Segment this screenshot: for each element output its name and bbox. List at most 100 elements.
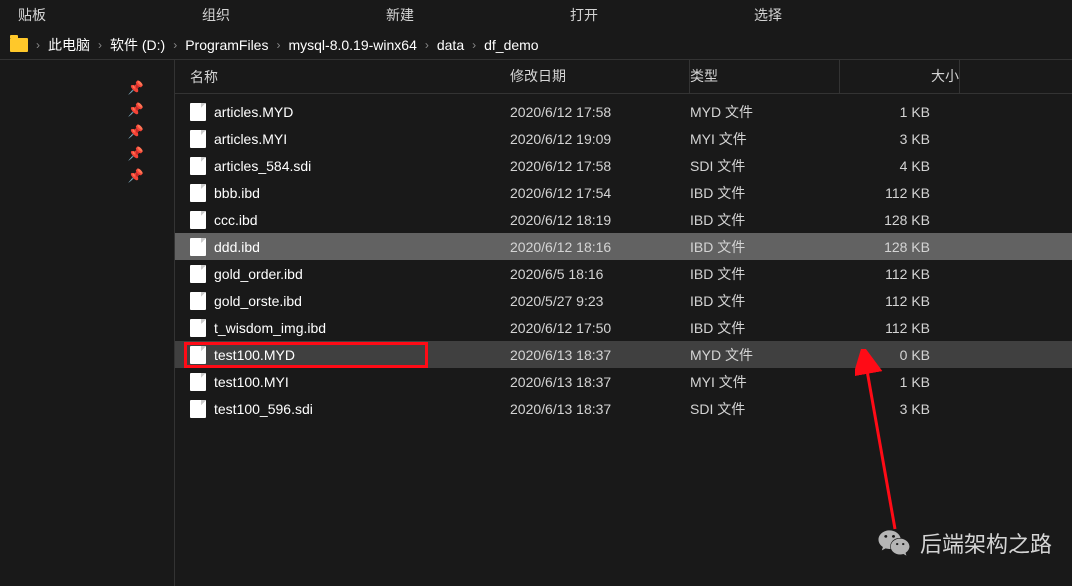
file-icon: [190, 400, 206, 418]
file-type: IBD 文件: [690, 237, 840, 257]
menu-open[interactable]: 打开: [562, 1, 606, 29]
file-type: IBD 文件: [690, 291, 840, 311]
pin-icon[interactable]: 📌: [0, 146, 174, 162]
pin-icon[interactable]: 📌: [0, 168, 174, 184]
file-name: articles_584.sdi: [214, 158, 311, 174]
watermark: 后端架构之路: [876, 525, 1052, 561]
file-type: MYI 文件: [690, 129, 840, 149]
file-size: 3 KB: [840, 401, 960, 417]
pin-icon[interactable]: 📌: [0, 102, 174, 118]
column-headers: 名称 修改日期 类型 大小: [175, 60, 1072, 94]
file-type: MYD 文件: [690, 345, 840, 365]
file-date: 2020/6/13 18:37: [510, 401, 690, 417]
file-rows: articles.MYD2020/6/12 17:58MYD 文件1 KBart…: [175, 94, 1072, 422]
file-date: 2020/6/12 18:16: [510, 239, 690, 255]
file-date: 2020/6/13 18:37: [510, 347, 690, 363]
file-icon: [190, 157, 206, 175]
breadcrumb-item[interactable]: df_demo: [484, 37, 538, 53]
file-row[interactable]: articles_584.sdi 2020/6/12 17:58SDI 文件4 K…: [175, 152, 1072, 179]
breadcrumb-item[interactable]: 此电脑: [48, 35, 90, 55]
file-name: bbb.ibd: [214, 185, 260, 201]
file-type: IBD 文件: [690, 264, 840, 284]
file-type: MYD 文件: [690, 102, 840, 122]
breadcrumb-item[interactable]: mysql-8.0.19-winx64: [288, 37, 416, 53]
file-name: test100.MYI: [214, 374, 289, 390]
menu-new[interactable]: 新建: [378, 1, 422, 29]
file-icon: [190, 103, 206, 121]
file-size: 1 KB: [840, 104, 960, 120]
file-row[interactable]: test100_596.sdi 2020/6/13 18:37SDI 文件3 KB: [175, 395, 1072, 422]
file-row[interactable]: gold_orste.ibd2020/5/27 9:23IBD 文件112 KB: [175, 287, 1072, 314]
breadcrumb-item[interactable]: data: [437, 37, 464, 53]
menu-organize[interactable]: 组织: [194, 1, 238, 29]
pin-icon[interactable]: 📌: [0, 124, 174, 140]
file-name: test100.MYD: [214, 347, 295, 363]
file-date: 2020/6/12 17:54: [510, 185, 690, 201]
file-row[interactable]: articles.MYD2020/6/12 17:58MYD 文件1 KB: [175, 98, 1072, 125]
file-name: articles.MYI: [214, 131, 287, 147]
file-icon: [190, 184, 206, 202]
column-header-name[interactable]: 名称: [190, 61, 510, 93]
column-header-type[interactable]: 类型: [690, 60, 840, 93]
file-row[interactable]: bbb.ibd2020/6/12 17:54IBD 文件112 KB: [175, 179, 1072, 206]
file-icon: [190, 292, 206, 310]
file-name-cell: ddd.ibd: [190, 238, 510, 256]
pin-icon[interactable]: 📌: [0, 80, 174, 96]
file-name: gold_order.ibd: [214, 266, 303, 282]
file-size: 112 KB: [840, 266, 960, 282]
file-size: 128 KB: [840, 239, 960, 255]
file-size: 4 KB: [840, 158, 960, 174]
file-date: 2020/6/12 19:09: [510, 131, 690, 147]
file-name-cell: articles_584.sdi: [190, 157, 510, 175]
file-row[interactable]: ccc.ibd2020/6/12 18:19IBD 文件128 KB: [175, 206, 1072, 233]
file-row[interactable]: articles.MYI 2020/6/12 19:09MYI 文件3 KB: [175, 125, 1072, 152]
column-header-size[interactable]: 大小: [840, 60, 960, 93]
file-row[interactable]: ddd.ibd 2020/6/12 18:16IBD 文件128 KB: [175, 233, 1072, 260]
column-header-date[interactable]: 修改日期: [510, 60, 690, 93]
file-type: MYI 文件: [690, 372, 840, 392]
file-size: 0 KB: [840, 347, 960, 363]
main-area: 📌 📌 📌 📌 📌 名称 修改日期 类型 大小 articles.MYD2020…: [0, 60, 1072, 586]
file-date: 2020/5/27 9:23: [510, 293, 690, 309]
file-name: test100_596.sdi: [214, 401, 313, 417]
wechat-icon: [876, 525, 912, 561]
file-icon: [190, 238, 206, 256]
file-row[interactable]: test100.MYD 2020/6/13 18:37MYD 文件0 KB: [175, 341, 1072, 368]
menu-bar: 贴板 组织 新建 打开 选择: [0, 0, 1072, 30]
breadcrumb-item[interactable]: 软件 (D:): [110, 35, 165, 55]
file-name-cell: gold_orste.ibd: [190, 292, 510, 310]
file-name-cell: test100.MYD: [190, 346, 510, 364]
file-type: IBD 文件: [690, 210, 840, 230]
chevron-right-icon: ›: [98, 38, 102, 52]
file-name-cell: gold_order.ibd: [190, 265, 510, 283]
file-date: 2020/6/13 18:37: [510, 374, 690, 390]
file-row[interactable]: gold_order.ibd 2020/6/5 18:16IBD 文件112 KB: [175, 260, 1072, 287]
file-size: 1 KB: [840, 374, 960, 390]
chevron-right-icon: ›: [472, 38, 476, 52]
breadcrumb-item[interactable]: ProgramFiles: [185, 37, 268, 53]
file-date: 2020/6/12 18:19: [510, 212, 690, 228]
watermark-text: 后端架构之路: [920, 527, 1052, 559]
file-name: ddd.ibd: [214, 239, 260, 255]
file-size: 3 KB: [840, 131, 960, 147]
file-type: SDI 文件: [690, 399, 840, 419]
breadcrumb[interactable]: › 此电脑 › 软件 (D:) › ProgramFiles › mysql-8…: [0, 30, 1072, 60]
file-row[interactable]: test100.MYI 2020/6/13 18:37MYI 文件1 KB: [175, 368, 1072, 395]
file-name: gold_orste.ibd: [214, 293, 302, 309]
file-date: 2020/6/12 17:58: [510, 104, 690, 120]
menu-select[interactable]: 选择: [746, 1, 790, 29]
file-name-cell: bbb.ibd: [190, 184, 510, 202]
file-name-cell: ccc.ibd: [190, 211, 510, 229]
file-type: SDI 文件: [690, 156, 840, 176]
file-icon: [190, 211, 206, 229]
file-name-cell: articles.MYI: [190, 130, 510, 148]
file-date: 2020/6/12 17:50: [510, 320, 690, 336]
file-date: 2020/6/12 17:58: [510, 158, 690, 174]
file-date: 2020/6/5 18:16: [510, 266, 690, 282]
file-type: IBD 文件: [690, 318, 840, 338]
quick-access-sidebar: 📌 📌 📌 📌 📌: [0, 60, 175, 586]
file-row[interactable]: t_wisdom_img.ibd2020/6/12 17:50IBD 文件112…: [175, 314, 1072, 341]
menu-clipboard[interactable]: 贴板: [10, 1, 54, 29]
file-size: 112 KB: [840, 320, 960, 336]
file-type: IBD 文件: [690, 183, 840, 203]
